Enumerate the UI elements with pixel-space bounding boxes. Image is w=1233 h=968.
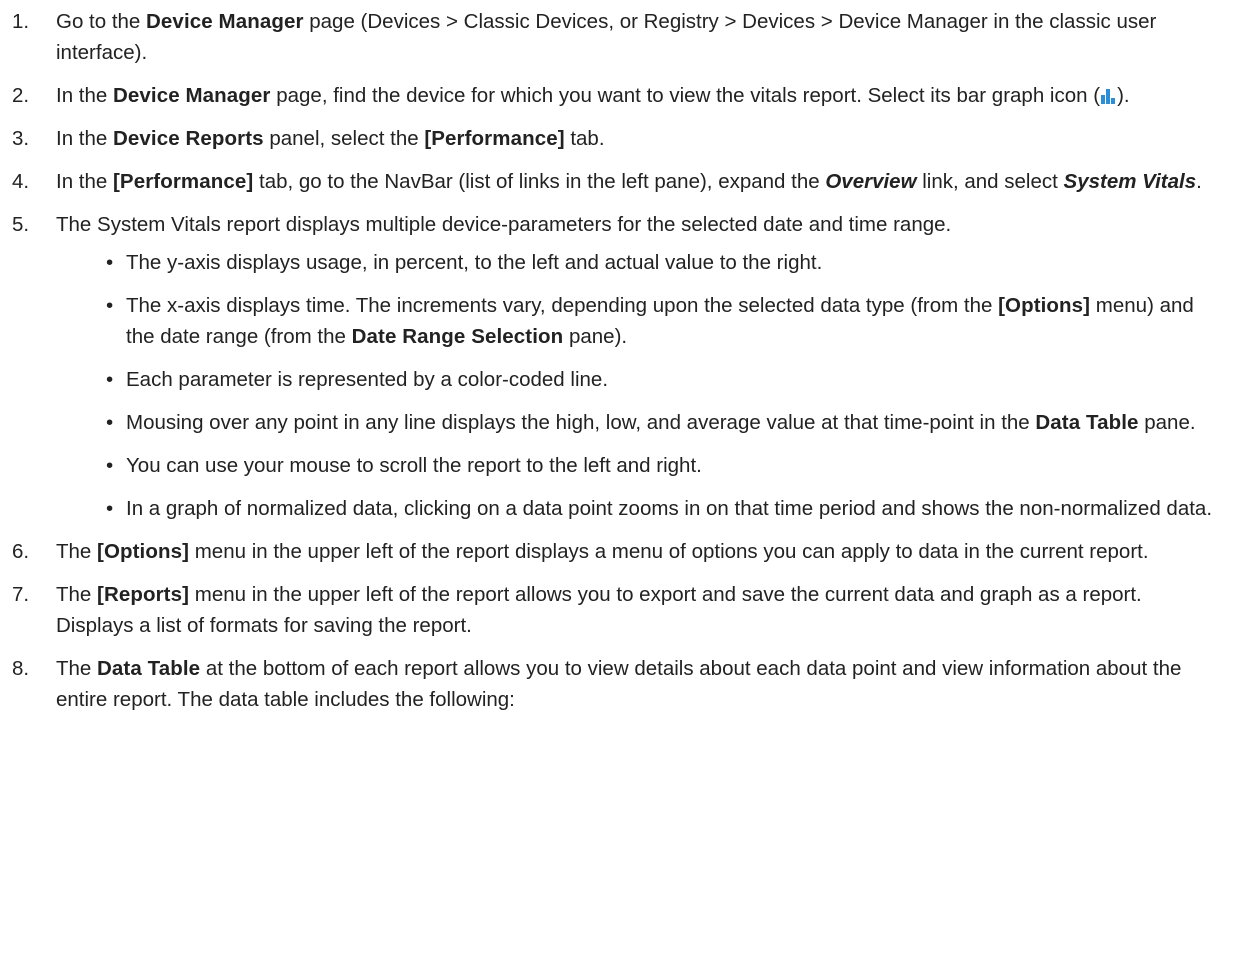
link-term: System Vitals [1063, 170, 1197, 193]
text-run: The [56, 657, 98, 680]
bullet-dot: • [106, 294, 114, 317]
ui-term: Device Manager [146, 10, 304, 33]
bullet-dot: • [106, 368, 114, 391]
step-text: Go to the Device Manager page (Devices >… [56, 6, 1213, 68]
text-run: The System Vitals report displays multip… [56, 213, 952, 236]
bullet-item: • The x-axis displays time. The increment… [56, 290, 1213, 352]
bullet-item: • Mousing over any point in any line disp… [56, 407, 1213, 438]
step-text: In the [Performance] tab, go to the NavB… [56, 166, 1213, 197]
text-run: The y-axis displays usage, in percent, t… [126, 251, 823, 274]
bullet-text: Mousing over any point in any line displ… [126, 411, 1196, 434]
bullet-item: • Each parameter is represented by a colo… [56, 364, 1213, 395]
text-run: The [56, 583, 98, 606]
ui-term: [Performance] [424, 127, 565, 150]
step-item: 5. The System Vitals report displays mult… [0, 209, 1213, 524]
text-run: panel, select the [263, 127, 425, 150]
step-number: 8. [12, 657, 30, 680]
ui-term: [Reports] [97, 583, 190, 606]
step-item: 1. Go to the Device Manager page (Devices… [0, 6, 1213, 68]
text-run: pane). [563, 325, 628, 348]
step-number: 3. [12, 127, 30, 150]
step-text: The [Reports] menu in the upper left of … [56, 579, 1213, 641]
step-item: 2. In the Device Manager page, find the d… [0, 80, 1213, 111]
step-number: 1. [12, 10, 30, 33]
ui-term: Device Manager [113, 84, 271, 107]
text-run: Go to the [56, 10, 147, 33]
ui-term: Data Table [1035, 411, 1139, 434]
bullet-text: The y-axis displays usage, in percent, t… [126, 251, 822, 274]
text-run: ). [1117, 84, 1130, 107]
text-run: You can use your mouse to scroll the rep… [126, 454, 702, 477]
text-run: The x-axis displays time. The increments… [126, 294, 999, 317]
text-run: Mousing over any point in any line displ… [126, 411, 1036, 434]
text-run: at the bottom of each report allows you … [56, 657, 1182, 711]
bar-graph-icon [1100, 87, 1117, 104]
text-run: menu in the upper left of the report dis… [189, 540, 1149, 563]
text-run: In the [56, 84, 113, 107]
bullet-text: Each parameter is represented by a color… [126, 368, 608, 391]
text-run: menu in the upper left of the report all… [56, 583, 1142, 637]
step-item: 4. In the [Performance] tab, go to the Na… [0, 166, 1213, 197]
step-text: The Data Table at the bottom of each rep… [56, 653, 1213, 715]
step-item: 7. The [Reports] menu in the upper left o… [0, 579, 1213, 641]
text-run: link, and select [916, 170, 1064, 193]
text-run: tab, go to the NavBar (list of links in … [253, 170, 826, 193]
bullet-dot: • [106, 497, 114, 520]
step-number: 7. [12, 583, 30, 606]
bullet-list: • The y-axis displays usage, in percent, … [56, 247, 1213, 524]
bullet-text: The x-axis displays time. The increments… [126, 294, 1194, 348]
step-number: 5. [12, 213, 30, 236]
text-run: tab. [564, 127, 605, 150]
bullet-item: • In a graph of normalized data, clicking… [56, 493, 1213, 524]
bullet-item: • You can use your mouse to scroll the re… [56, 450, 1213, 481]
ui-term: Device Reports [113, 127, 264, 150]
text-run: In the [56, 127, 113, 150]
ui-term: [Options] [998, 294, 1091, 317]
bullet-item: • The y-axis displays usage, in percent, … [56, 247, 1213, 278]
step-number: 4. [12, 170, 30, 193]
text-run: page, find the device for which you want… [270, 84, 1101, 107]
ui-term: [Options] [97, 540, 190, 563]
bullet-dot: • [106, 454, 114, 477]
text-run: Each parameter is represented by a color… [126, 368, 609, 391]
step-number: 2. [12, 84, 30, 107]
ui-term: [Performance] [113, 170, 254, 193]
step-text: In the Device Manager page, find the dev… [56, 80, 1213, 111]
text-run: pane. [1138, 411, 1196, 434]
step-text: In the Device Reports panel, select the … [56, 123, 1213, 154]
step-text: The System Vitals report displays multip… [56, 209, 1213, 240]
bullet-text: In a graph of normalized data, clicking … [126, 497, 1212, 520]
bullet-dot: • [106, 411, 114, 434]
step-number: 6. [12, 540, 30, 563]
link-term: Overview [825, 170, 917, 193]
step-item: 8. The Data Table at the bottom of each r… [0, 653, 1213, 715]
ui-term: Data Table [97, 657, 201, 680]
text-run: . [1196, 170, 1202, 193]
step-text: The [Options] menu in the upper left of … [56, 536, 1213, 567]
text-run: In the [56, 170, 113, 193]
text-run: The [56, 540, 98, 563]
bullet-dot: • [106, 251, 114, 274]
bullet-text: You can use your mouse to scroll the rep… [126, 454, 702, 477]
ui-term: Date Range Selection [351, 325, 564, 348]
step-item: 3. In the Device Reports panel, select th… [0, 123, 1213, 154]
text-run: In a graph of normalized data, clicking … [126, 497, 1213, 520]
step-item: 6. The [Options] menu in the upper left o… [0, 536, 1213, 567]
instruction-list: 1. Go to the Device Manager page (Devices… [0, 0, 1233, 715]
